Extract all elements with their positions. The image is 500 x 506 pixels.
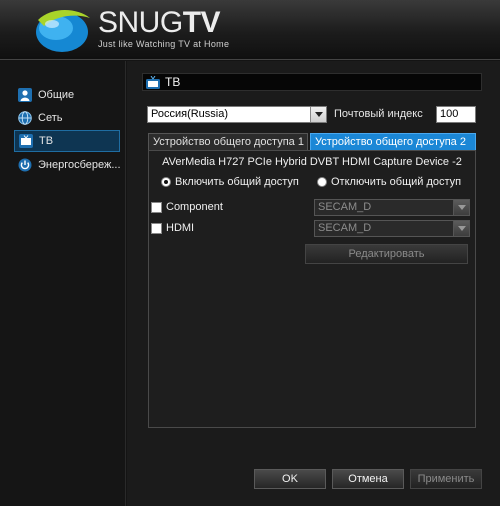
chevron-down-icon[interactable] — [453, 200, 469, 215]
sidebar-item-network[interactable]: Сеть — [14, 107, 120, 129]
app-header: SNUGTV Just like Watching TV at Home — [0, 0, 500, 60]
hdmi-checkbox[interactable]: HDMI — [151, 222, 194, 234]
section-title-bar — [142, 73, 482, 91]
component-checkbox[interactable]: Component — [151, 201, 223, 213]
disable-sharing-label: Отключить общий доступ — [331, 176, 462, 188]
device-settings-panel — [148, 150, 476, 428]
sidebar-item-label: Общие — [38, 89, 75, 101]
checkbox-box — [151, 222, 162, 234]
cancel-button[interactable]: Отмена — [332, 469, 404, 489]
country-select[interactable]: Россия(Russia) — [147, 106, 327, 123]
disable-sharing-radio[interactable]: Отключить общий доступ — [317, 176, 461, 188]
sidebar-item-power-saving[interactable]: Энергосбереж... — [14, 154, 120, 176]
component-standard-select[interactable]: SECAM_D — [314, 199, 470, 216]
enable-sharing-label: Включить общий доступ — [175, 176, 299, 188]
brand-name: SNUGTV — [98, 6, 221, 39]
sidebar-item-label: Сеть — [38, 112, 63, 124]
device-name: AVerMedia H727 PCIe Hybrid DVBT HDMI Cap… — [162, 156, 462, 168]
brand-tagline: Just like Watching TV at Home — [98, 39, 230, 49]
radio-indicator — [161, 177, 171, 187]
enable-sharing-radio[interactable]: Включить общий доступ — [161, 176, 299, 188]
apply-button[interactable]: Применить — [410, 469, 482, 489]
tv-icon — [146, 76, 160, 89]
user-icon — [18, 88, 32, 102]
sidebar-item-label: ТВ — [39, 135, 54, 147]
globe-icon — [18, 111, 32, 125]
country-select-value: Россия(Russia) — [151, 108, 229, 120]
chevron-down-icon[interactable] — [310, 107, 326, 122]
component-label: Component — [166, 201, 223, 213]
postal-code-label: Почтовый индекс — [334, 108, 423, 120]
snugtv-logo-icon — [36, 10, 90, 52]
hdmi-standard-value: SECAM_D — [318, 222, 372, 234]
edit-button[interactable]: Редактировать — [305, 244, 468, 264]
tv-icon — [19, 134, 33, 148]
checkbox-box — [151, 201, 162, 213]
component-standard-value: SECAM_D — [318, 201, 372, 213]
page-title: ТВ — [165, 75, 181, 89]
tab-shared-device-2[interactable]: Устройство общего доступа 2 — [310, 133, 476, 150]
hdmi-label: HDMI — [166, 222, 195, 234]
chevron-down-icon[interactable] — [453, 221, 469, 236]
power-icon — [18, 158, 32, 172]
radio-indicator — [317, 177, 327, 187]
sidebar-item-tv[interactable]: ТВ — [14, 130, 120, 152]
hdmi-standard-select[interactable]: SECAM_D — [314, 220, 470, 237]
sidebar-item-label: Энергосбереж... — [38, 159, 120, 171]
sidebar-item-general[interactable]: Общие — [14, 84, 120, 106]
postal-code-input[interactable]: 100 — [436, 106, 476, 123]
tab-shared-device-1[interactable]: Устройство общего доступа 1 — [148, 133, 308, 150]
ok-button[interactable]: OK — [254, 469, 326, 489]
